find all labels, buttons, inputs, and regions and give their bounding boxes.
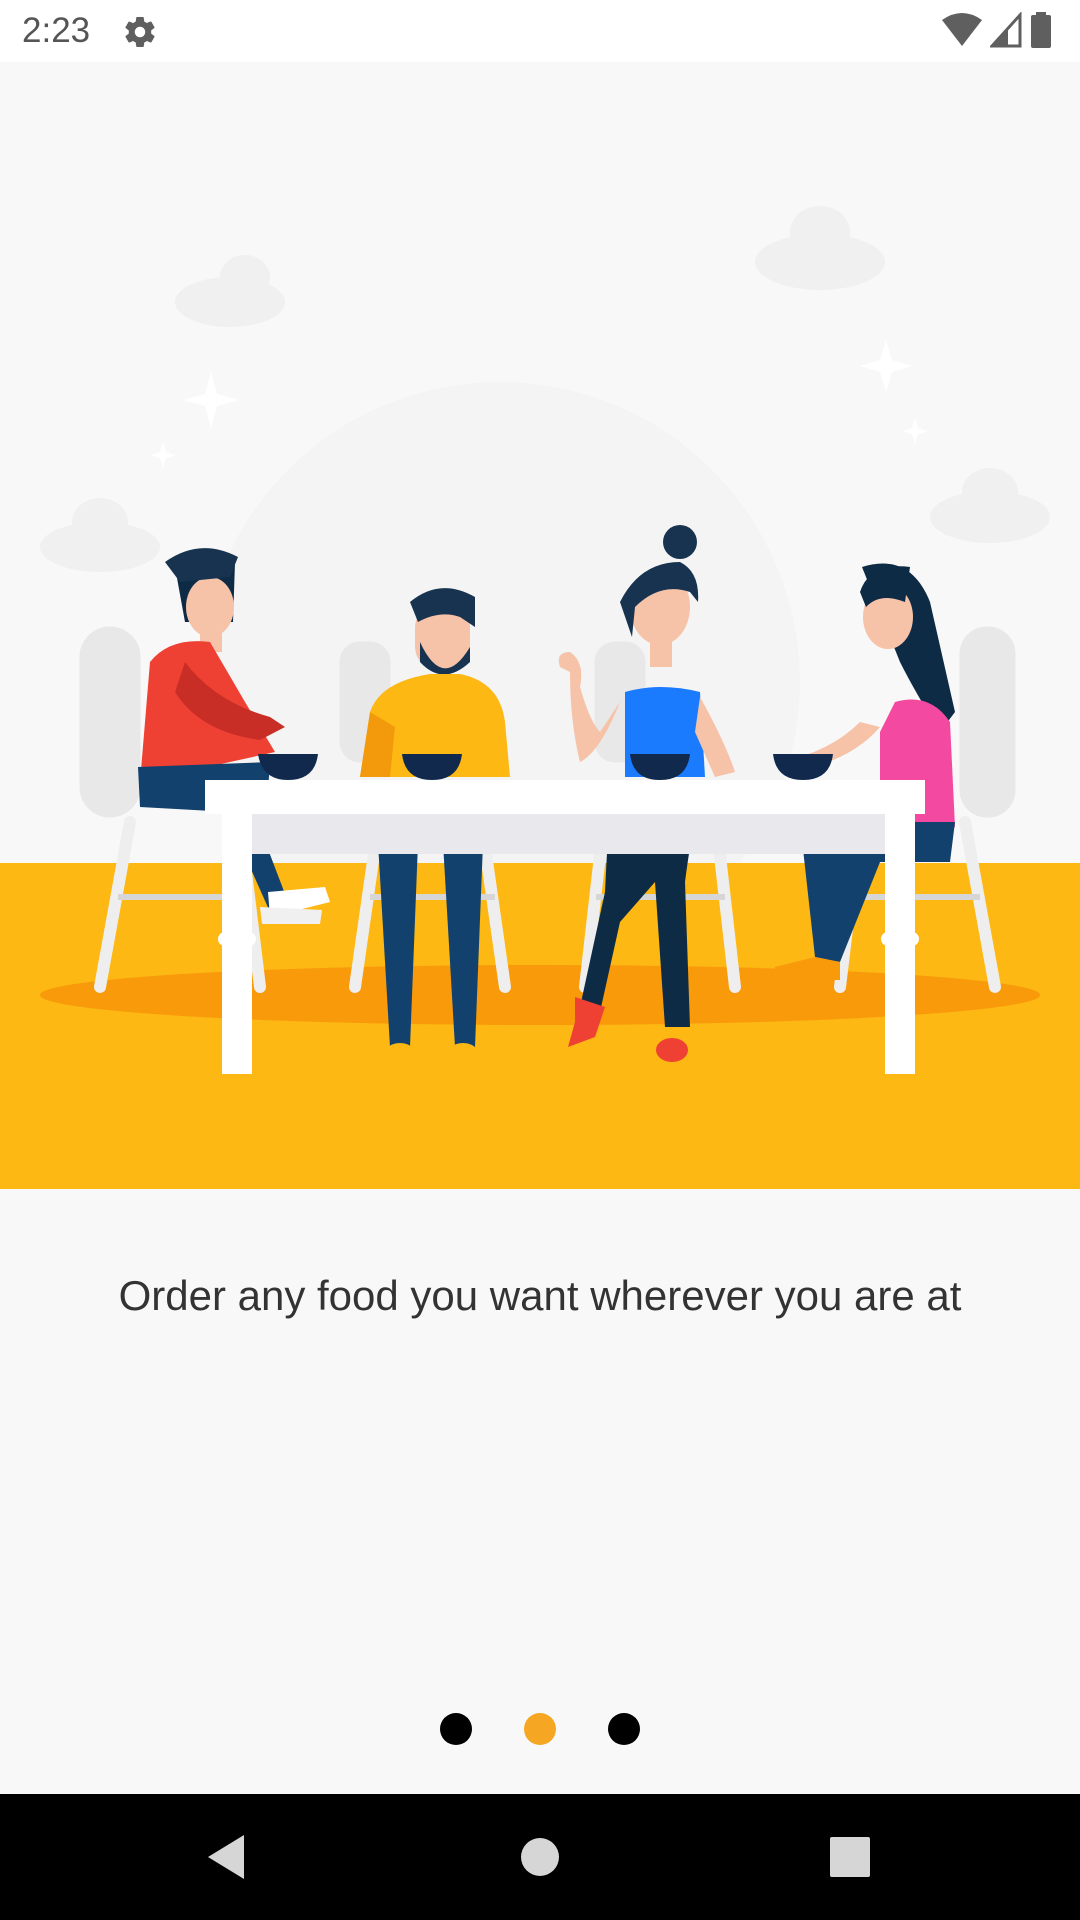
nav-back-button[interactable] xyxy=(156,1794,296,1920)
page-indicator-dot-1[interactable] xyxy=(440,1713,472,1745)
system-navigation-bar xyxy=(0,1794,1080,1920)
nav-home-button[interactable] xyxy=(470,1794,610,1920)
page-indicator-dot-2-active[interactable] xyxy=(524,1713,556,1745)
people-eating-at-table-illustration xyxy=(0,62,1080,1189)
settings-gear-icon xyxy=(125,17,155,48)
page-indicator xyxy=(0,1713,1080,1747)
battery-icon xyxy=(1031,12,1051,48)
nav-recents-button[interactable] xyxy=(780,1794,920,1920)
cellular-signal-icon xyxy=(990,12,1022,48)
wifi-icon xyxy=(942,13,982,46)
back-icon xyxy=(208,1835,244,1879)
page-indicator-dot-3[interactable] xyxy=(608,1713,640,1745)
status-bar: 2:23 xyxy=(0,0,1080,62)
recents-icon xyxy=(830,1837,870,1877)
onboarding-page: Order any food you want wherever you are… xyxy=(0,62,1080,1794)
onboarding-caption: Order any food you want wherever you are… xyxy=(118,1272,962,1319)
status-time: 2:23 xyxy=(22,11,91,50)
home-icon xyxy=(521,1838,559,1876)
